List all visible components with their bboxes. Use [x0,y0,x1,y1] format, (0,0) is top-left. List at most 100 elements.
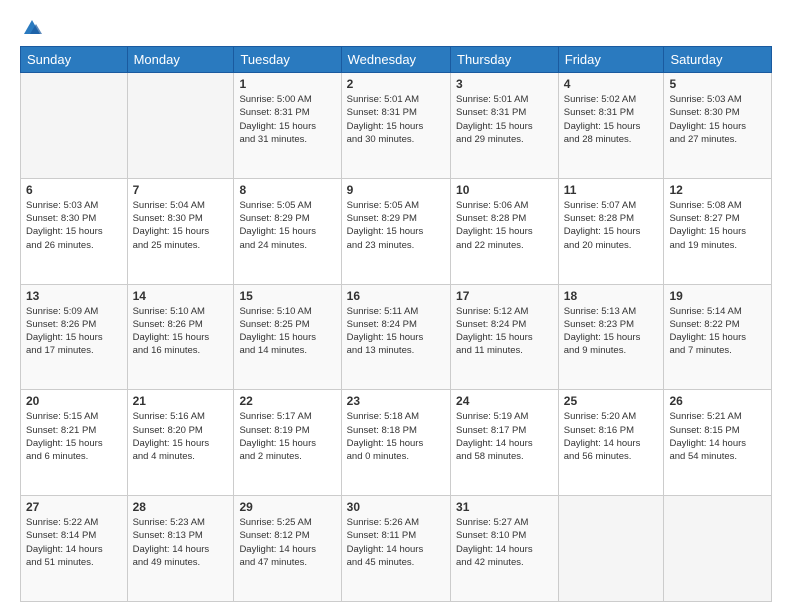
day-number: 13 [26,289,122,303]
day-number: 31 [456,500,553,514]
col-sunday: Sunday [21,47,128,73]
day-number: 24 [456,394,553,408]
day-info: Sunrise: 5:12 AM Sunset: 8:24 PM Dayligh… [456,305,553,358]
calendar-cell: 21 Sunrise: 5:16 AM Sunset: 8:20 PM Dayli… [127,390,234,496]
col-saturday: Saturday [664,47,772,73]
day-info: Sunrise: 5:16 AM Sunset: 8:20 PM Dayligh… [133,410,229,463]
week-row-4: 20 Sunrise: 5:15 AM Sunset: 8:21 PM Dayli… [21,390,772,496]
calendar-cell [127,73,234,179]
calendar-cell: 14 Sunrise: 5:10 AM Sunset: 8:26 PM Dayli… [127,284,234,390]
calendar-cell: 12 Sunrise: 5:08 AM Sunset: 8:27 PM Dayli… [664,178,772,284]
week-row-2: 6 Sunrise: 5:03 AM Sunset: 8:30 PM Daylig… [21,178,772,284]
day-info: Sunrise: 5:18 AM Sunset: 8:18 PM Dayligh… [347,410,445,463]
day-number: 6 [26,183,122,197]
calendar-cell: 28 Sunrise: 5:23 AM Sunset: 8:13 PM Dayli… [127,496,234,602]
day-number: 10 [456,183,553,197]
calendar-cell: 9Sunrise: 5:05 AM Sunset: 8:29 PM Daylig… [341,178,450,284]
day-number: 21 [133,394,229,408]
calendar-cell: 27 Sunrise: 5:22 AM Sunset: 8:14 PM Dayli… [21,496,128,602]
calendar-cell [664,496,772,602]
calendar-cell: 1 Sunrise: 5:00 AM Sunset: 8:31 PM Daylig… [234,73,341,179]
header-row: Sunday Monday Tuesday Wednesday Thursday… [21,47,772,73]
header [20,16,772,36]
logo-icon [22,16,42,36]
day-info: Sunrise: 5:11 AM Sunset: 8:24 PM Dayligh… [347,305,445,358]
day-number: 14 [133,289,229,303]
day-info: Sunrise: 5:05 AM Sunset: 8:29 PM Dayligh… [347,199,445,252]
day-number: 2 [347,77,445,91]
day-info: Sunrise: 5:23 AM Sunset: 8:13 PM Dayligh… [133,516,229,569]
calendar-cell: 23Sunrise: 5:18 AM Sunset: 8:18 PM Dayli… [341,390,450,496]
calendar-cell: 5Sunrise: 5:03 AM Sunset: 8:30 PM Daylig… [664,73,772,179]
col-tuesday: Tuesday [234,47,341,73]
calendar-cell: 19 Sunrise: 5:14 AM Sunset: 8:22 PM Dayli… [664,284,772,390]
day-info: Sunrise: 5:27 AM Sunset: 8:10 PM Dayligh… [456,516,553,569]
calendar: Sunday Monday Tuesday Wednesday Thursday… [20,46,772,602]
day-info: Sunrise: 5:19 AM Sunset: 8:17 PM Dayligh… [456,410,553,463]
calendar-cell: 2 Sunrise: 5:01 AM Sunset: 8:31 PM Daylig… [341,73,450,179]
day-info: Sunrise: 5:04 AM Sunset: 8:30 PM Dayligh… [133,199,229,252]
day-info: Sunrise: 5:14 AM Sunset: 8:22 PM Dayligh… [669,305,766,358]
day-info: Sunrise: 5:10 AM Sunset: 8:25 PM Dayligh… [239,305,335,358]
day-info: Sunrise: 5:10 AM Sunset: 8:26 PM Dayligh… [133,305,229,358]
calendar-cell: 17 Sunrise: 5:12 AM Sunset: 8:24 PM Dayli… [451,284,559,390]
day-number: 28 [133,500,229,514]
day-number: 3 [456,77,553,91]
day-number: 27 [26,500,122,514]
calendar-cell: 22Sunrise: 5:17 AM Sunset: 8:19 PM Dayli… [234,390,341,496]
day-number: 4 [564,77,659,91]
logo [20,16,42,36]
day-info: Sunrise: 5:25 AM Sunset: 8:12 PM Dayligh… [239,516,335,569]
day-info: Sunrise: 5:05 AM Sunset: 8:29 PM Dayligh… [239,199,335,252]
day-info: Sunrise: 5:21 AM Sunset: 8:15 PM Dayligh… [669,410,766,463]
calendar-cell: 6 Sunrise: 5:03 AM Sunset: 8:30 PM Daylig… [21,178,128,284]
day-info: Sunrise: 5:03 AM Sunset: 8:30 PM Dayligh… [669,93,766,146]
calendar-cell: 8 Sunrise: 5:05 AM Sunset: 8:29 PM Daylig… [234,178,341,284]
day-number: 25 [564,394,659,408]
day-number: 19 [669,289,766,303]
calendar-cell: 24 Sunrise: 5:19 AM Sunset: 8:17 PM Dayli… [451,390,559,496]
day-info: Sunrise: 5:01 AM Sunset: 8:31 PM Dayligh… [456,93,553,146]
calendar-cell: 4Sunrise: 5:02 AM Sunset: 8:31 PM Daylig… [558,73,664,179]
day-info: Sunrise: 5:03 AM Sunset: 8:30 PM Dayligh… [26,199,122,252]
day-info: Sunrise: 5:06 AM Sunset: 8:28 PM Dayligh… [456,199,553,252]
calendar-cell: 16 Sunrise: 5:11 AM Sunset: 8:24 PM Dayli… [341,284,450,390]
day-info: Sunrise: 5:01 AM Sunset: 8:31 PM Dayligh… [347,93,445,146]
day-info: Sunrise: 5:17 AM Sunset: 8:19 PM Dayligh… [239,410,335,463]
day-number: 16 [347,289,445,303]
day-number: 15 [239,289,335,303]
week-row-1: 1 Sunrise: 5:00 AM Sunset: 8:31 PM Daylig… [21,73,772,179]
day-info: Sunrise: 5:26 AM Sunset: 8:11 PM Dayligh… [347,516,445,569]
col-thursday: Thursday [451,47,559,73]
calendar-cell: 13 Sunrise: 5:09 AM Sunset: 8:26 PM Dayli… [21,284,128,390]
day-number: 17 [456,289,553,303]
calendar-cell: 7Sunrise: 5:04 AM Sunset: 8:30 PM Daylig… [127,178,234,284]
day-info: Sunrise: 5:00 AM Sunset: 8:31 PM Dayligh… [239,93,335,146]
col-monday: Monday [127,47,234,73]
calendar-cell: 10 Sunrise: 5:06 AM Sunset: 8:28 PM Dayli… [451,178,559,284]
calendar-header: Sunday Monday Tuesday Wednesday Thursday… [21,47,772,73]
day-number: 20 [26,394,122,408]
day-number: 8 [239,183,335,197]
calendar-cell [21,73,128,179]
day-info: Sunrise: 5:09 AM Sunset: 8:26 PM Dayligh… [26,305,122,358]
day-info: Sunrise: 5:08 AM Sunset: 8:27 PM Dayligh… [669,199,766,252]
calendar-cell [558,496,664,602]
day-number: 12 [669,183,766,197]
col-friday: Friday [558,47,664,73]
calendar-cell: 11 Sunrise: 5:07 AM Sunset: 8:28 PM Dayli… [558,178,664,284]
day-number: 11 [564,183,659,197]
day-number: 1 [239,77,335,91]
calendar-cell: 31 Sunrise: 5:27 AM Sunset: 8:10 PM Dayli… [451,496,559,602]
day-info: Sunrise: 5:07 AM Sunset: 8:28 PM Dayligh… [564,199,659,252]
calendar-cell: 15 Sunrise: 5:10 AM Sunset: 8:25 PM Dayli… [234,284,341,390]
col-wednesday: Wednesday [341,47,450,73]
day-number: 18 [564,289,659,303]
day-info: Sunrise: 5:15 AM Sunset: 8:21 PM Dayligh… [26,410,122,463]
day-number: 26 [669,394,766,408]
logo-text [20,16,42,36]
calendar-cell: 20 Sunrise: 5:15 AM Sunset: 8:21 PM Dayli… [21,390,128,496]
page: Sunday Monday Tuesday Wednesday Thursday… [0,0,792,612]
day-info: Sunrise: 5:22 AM Sunset: 8:14 PM Dayligh… [26,516,122,569]
day-info: Sunrise: 5:20 AM Sunset: 8:16 PM Dayligh… [564,410,659,463]
